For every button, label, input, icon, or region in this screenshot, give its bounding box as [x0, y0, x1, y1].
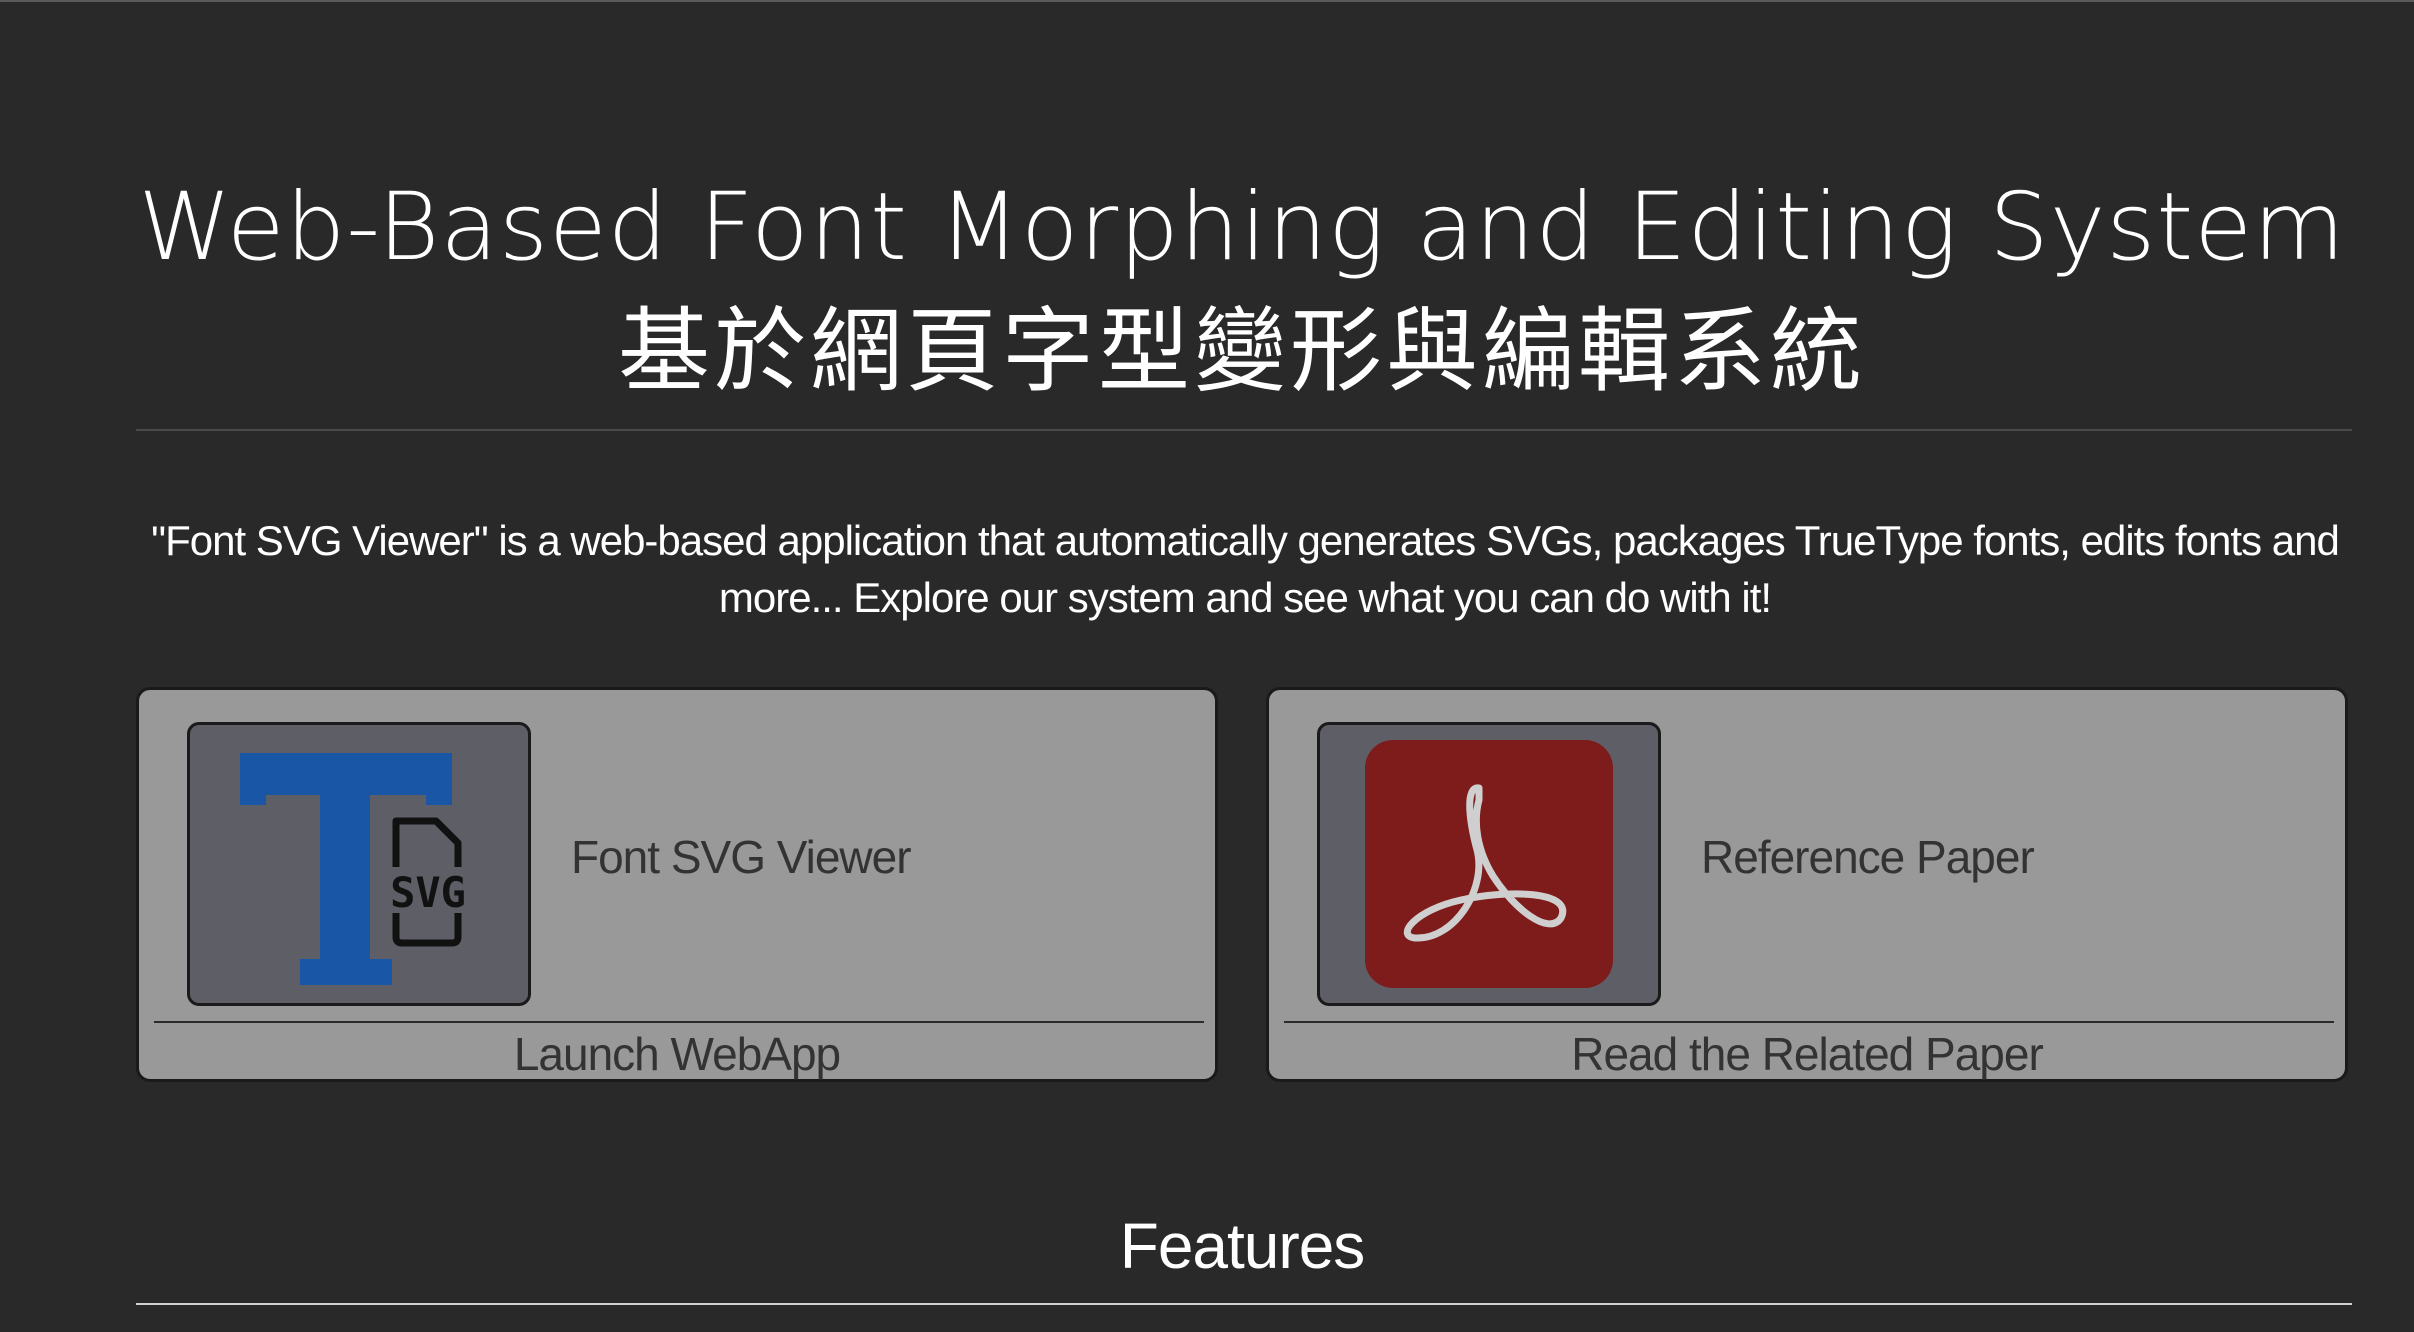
font-svg-icon: SVG	[240, 753, 470, 985]
pdf-icon	[1365, 740, 1613, 988]
launch-webapp-link[interactable]: Launch WebApp	[139, 1026, 1215, 1082]
features-heading: Features	[1119, 1210, 1366, 1282]
features-divider	[136, 1303, 2352, 1305]
page-title-chinese: 基於網頁字型變形與編輯系統	[617, 298, 1866, 405]
font-svg-viewer-thumbnail: SVG	[187, 722, 531, 1006]
reference-paper-card[interactable]: Reference Paper Read the Related Paper	[1266, 687, 2348, 1082]
reference-paper-thumbnail	[1317, 722, 1661, 1006]
card-label-font-svg-viewer: Font SVG Viewer	[571, 831, 912, 883]
page-title: Web-Based Font Morphing and Editing Syst…	[138, 173, 2346, 282]
intro-text: "Font SVG Viewer" is a web-based applica…	[151, 517, 2340, 621]
card-divider	[154, 1021, 1204, 1023]
read-related-paper-link[interactable]: Read the Related Paper	[1269, 1026, 2345, 1082]
title-divider	[136, 429, 2352, 431]
card-divider	[1284, 1021, 2334, 1023]
card-label-reference-paper: Reference Paper	[1701, 831, 2035, 883]
svg-badge-text: SVG	[390, 868, 466, 917]
top-border	[0, 0, 2414, 2]
font-svg-viewer-card[interactable]: SVG Font SVG Viewer Launch WebApp	[136, 687, 1218, 1082]
